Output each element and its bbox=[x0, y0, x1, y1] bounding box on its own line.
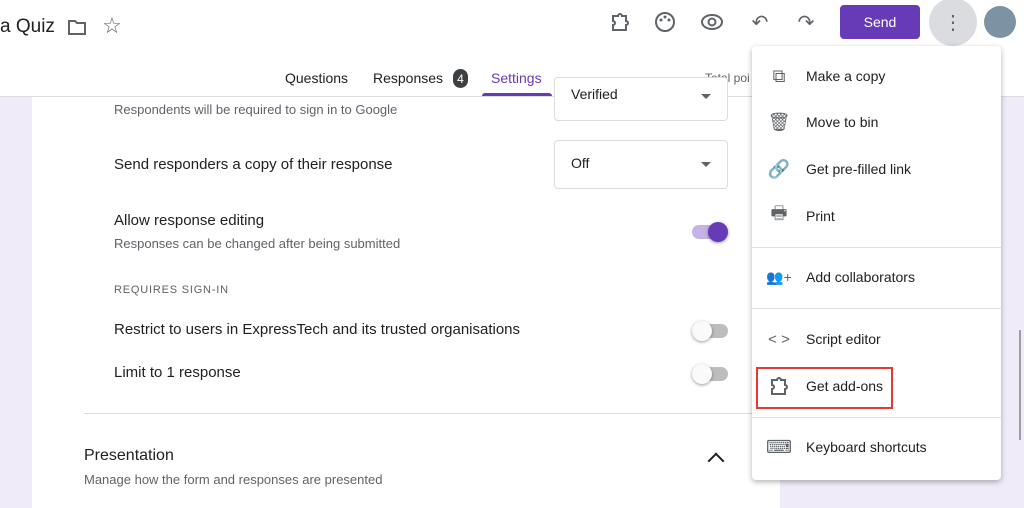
undo-icon[interactable]: ↶ bbox=[748, 10, 772, 34]
folder-icon[interactable] bbox=[66, 16, 88, 38]
menu-divider bbox=[752, 247, 1001, 248]
allow-editing-label: Allow response editing bbox=[114, 212, 265, 229]
add-people-icon: 👥+ bbox=[766, 268, 792, 285]
active-tab-indicator bbox=[482, 93, 552, 96]
tab-settings[interactable]: Settings bbox=[491, 70, 542, 86]
limit-toggle[interactable] bbox=[692, 364, 728, 384]
menu-item-make-copy[interactable]: ⧉ Make a copy bbox=[752, 56, 1001, 96]
highlight-box bbox=[756, 367, 893, 409]
menu-item-print[interactable]: 🖶 Print bbox=[752, 196, 1001, 236]
menu-item-keyboard-shortcuts[interactable]: ⌨ Keyboard shortcuts bbox=[752, 427, 1001, 467]
palette-icon[interactable] bbox=[653, 10, 677, 34]
menu-divider bbox=[752, 417, 1001, 418]
divider bbox=[84, 413, 780, 414]
send-button[interactable]: Send bbox=[840, 5, 920, 39]
tab-responses[interactable]: Responses bbox=[373, 70, 443, 86]
avatar[interactable] bbox=[984, 6, 1016, 38]
trash-icon: 🗑 bbox=[767, 111, 791, 132]
menu-divider bbox=[752, 308, 1001, 309]
menu-item-script-editor[interactable]: < > Script editor bbox=[752, 319, 1001, 359]
more-options-menu: ⧉ Make a copy 🗑 Move to bin 🔗 Get pre-fille… bbox=[752, 46, 1001, 480]
tab-questions[interactable]: Questions bbox=[285, 70, 348, 86]
code-icon: < > bbox=[768, 330, 790, 348]
send-copy-select[interactable]: Off bbox=[554, 140, 728, 189]
print-icon: 🖶 bbox=[770, 203, 788, 223]
allow-editing-description: Responses can be changed after being sub… bbox=[114, 236, 401, 251]
link-icon: 🔗 bbox=[767, 158, 791, 179]
chevron-up-icon[interactable] bbox=[707, 452, 725, 470]
responses-count-badge: 4 bbox=[453, 69, 468, 88]
verified-select[interactable]: Verified bbox=[554, 77, 728, 121]
limit-label: Limit to 1 response bbox=[114, 364, 241, 381]
verified-value: Verified bbox=[571, 86, 618, 102]
sign-in-description: Respondents will be required to sign in … bbox=[114, 102, 398, 117]
menu-item-prefilled-link[interactable]: 🔗 Get pre-filled link bbox=[752, 149, 1001, 189]
star-icon[interactable]: ☆ bbox=[101, 13, 123, 38]
send-copy-label: Send responders a copy of their response bbox=[114, 156, 393, 173]
chevron-down-icon bbox=[701, 162, 711, 167]
send-copy-value: Off bbox=[571, 155, 590, 171]
requires-sign-in-heading: REQUIRES SIGN-IN bbox=[114, 284, 229, 296]
scrollbar[interactable] bbox=[1019, 330, 1021, 440]
restrict-label: Restrict to users in ExpressTech and its… bbox=[114, 321, 521, 338]
chevron-down-icon bbox=[701, 94, 711, 99]
copy-icon: ⧉ bbox=[772, 65, 786, 86]
presentation-description: Manage how the form and responses are pr… bbox=[84, 472, 383, 487]
redo-icon[interactable]: ↷ bbox=[794, 10, 818, 34]
preview-icon[interactable] bbox=[700, 10, 724, 34]
menu-item-add-collaborators[interactable]: 👥+ Add collaborators bbox=[752, 257, 1001, 297]
allow-editing-toggle[interactable] bbox=[692, 222, 728, 242]
addon-icon[interactable] bbox=[608, 10, 632, 34]
menu-item-move-to-bin[interactable]: 🗑 Move to bin bbox=[752, 102, 1001, 142]
settings-card: Verified Respondents will be required to… bbox=[32, 77, 780, 508]
form-title[interactable]: a Quiz bbox=[0, 16, 55, 38]
presentation-title: Presentation bbox=[84, 447, 174, 464]
restrict-toggle[interactable] bbox=[692, 321, 728, 341]
more-vert-icon[interactable]: ⋮ bbox=[929, 0, 977, 46]
keyboard-icon: ⌨ bbox=[766, 436, 792, 457]
